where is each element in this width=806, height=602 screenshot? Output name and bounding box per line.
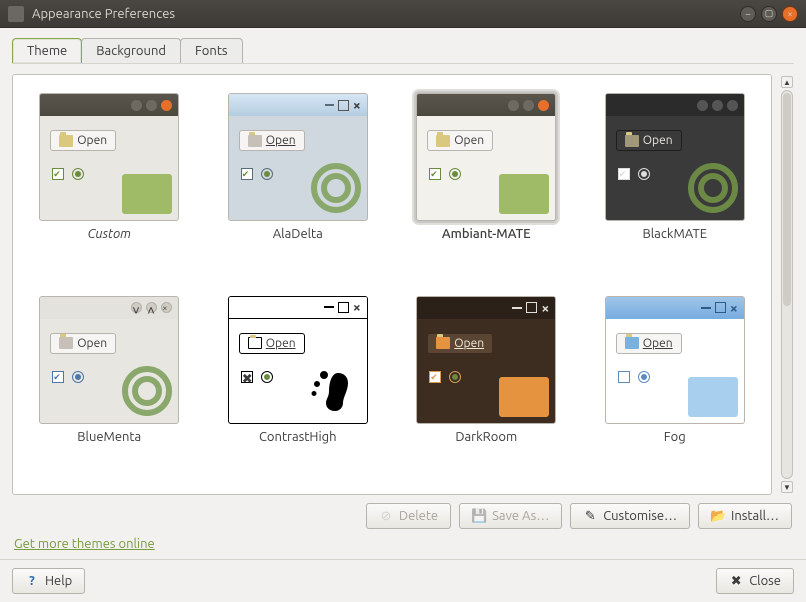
- get-more-themes-link[interactable]: Get more themes online: [14, 537, 155, 551]
- scroll-down-button[interactable]: ▼: [781, 481, 793, 493]
- thumb-open-label: Open: [643, 134, 673, 147]
- close-icon: ✖: [729, 574, 743, 588]
- install-label: Install…: [731, 509, 779, 523]
- maximize-button[interactable]: ▢: [761, 6, 777, 22]
- theme-label: Custom: [88, 227, 131, 241]
- save-as-label: Save As…: [492, 509, 549, 523]
- gallery-scrollbar[interactable]: ▲ ▼: [780, 74, 794, 495]
- help-icon: ?: [25, 574, 39, 588]
- close-label: Close: [749, 574, 781, 588]
- theme-actions: ⊘ Delete 💾 Save As… ✎ Customise… 📂 Insta…: [12, 495, 794, 537]
- theme-item-aladelta[interactable]: × Open AlaDelta: [224, 93, 373, 274]
- titlebar: Appearance Preferences – ▢ ×: [0, 0, 806, 28]
- tab-theme[interactable]: Theme: [12, 38, 82, 63]
- no-entry-icon: ⊘: [379, 509, 393, 523]
- theme-item-ambiant-mate[interactable]: Open Ambiant-MATE: [412, 93, 561, 274]
- theme-thumb: × Open ✖: [228, 296, 368, 424]
- scroll-track[interactable]: [781, 90, 793, 479]
- close-button[interactable]: ✖ Close: [716, 568, 794, 594]
- tab-fonts[interactable]: Fonts: [180, 38, 243, 63]
- theme-thumb: Open: [39, 93, 179, 221]
- install-button[interactable]: 📂 Install…: [698, 503, 792, 529]
- thumb-open-label: Open: [643, 337, 673, 350]
- thumb-open-label: Open: [77, 134, 107, 147]
- theme-thumb: × Open: [228, 93, 368, 221]
- thumb-open-label: Open: [266, 337, 296, 350]
- theme-label: Fog: [664, 430, 686, 444]
- delete-label: Delete: [399, 509, 438, 523]
- tab-page-theme: Open Custom × Open: [12, 63, 794, 553]
- tabs: Theme Background Fonts: [0, 28, 806, 63]
- thumb-open-label: Open: [454, 337, 484, 350]
- theme-thumb: × Open: [416, 296, 556, 424]
- window-title: Appearance Preferences: [32, 7, 740, 21]
- theme-label: BlueMenta: [77, 430, 141, 444]
- thumb-open-label: Open: [266, 134, 296, 147]
- help-label: Help: [45, 574, 72, 588]
- gnome-foot-icon: [308, 363, 364, 419]
- theme-label: BlackMATE: [642, 227, 707, 241]
- theme-thumb: × Open: [605, 296, 745, 424]
- theme-item-darkroom[interactable]: × Open DarkRoom: [412, 296, 561, 477]
- window-client: Theme Background Fonts Open Custom: [0, 28, 806, 602]
- theme-item-blackmate[interactable]: Open BlackMATE: [601, 93, 750, 274]
- customise-label: Customise…: [603, 509, 677, 523]
- theme-thumb: ˅˄× Open: [39, 296, 179, 424]
- theme-label: AlaDelta: [273, 227, 323, 241]
- pencil-icon: ✎: [583, 509, 597, 523]
- thumb-open-label: Open: [77, 337, 107, 350]
- theme-item-custom[interactable]: Open Custom: [35, 93, 184, 274]
- folder-open-icon: 📂: [711, 509, 725, 523]
- delete-button[interactable]: ⊘ Delete: [366, 503, 451, 529]
- save-icon: 💾: [472, 509, 486, 523]
- theme-gallery: Open Custom × Open: [12, 74, 772, 495]
- close-window-button[interactable]: ×: [782, 6, 798, 22]
- theme-thumb: Open: [416, 93, 556, 221]
- theme-label: ContrastHigh: [259, 430, 337, 444]
- tab-background[interactable]: Background: [81, 38, 181, 63]
- theme-item-contrasthigh[interactable]: × Open ✖ ContrastHigh: [224, 296, 373, 477]
- help-button[interactable]: ? Help: [12, 568, 85, 594]
- dialog-button-bar: ? Help ✖ Close: [0, 559, 806, 602]
- save-as-button[interactable]: 💾 Save As…: [459, 503, 562, 529]
- theme-label: DarkRoom: [455, 430, 517, 444]
- theme-item-bluementa[interactable]: ˅˄× Open BlueMenta: [35, 296, 184, 477]
- thumb-open-label: Open: [454, 134, 484, 147]
- customise-button[interactable]: ✎ Customise…: [570, 503, 690, 529]
- theme-item-fog[interactable]: × Open Fog: [601, 296, 750, 477]
- scroll-thumb[interactable]: [783, 93, 791, 306]
- theme-thumb: Open: [605, 93, 745, 221]
- app-icon: [8, 6, 24, 22]
- scroll-up-button[interactable]: ▲: [781, 76, 793, 88]
- theme-label: Ambiant-MATE: [442, 227, 531, 241]
- minimize-button[interactable]: –: [740, 6, 756, 22]
